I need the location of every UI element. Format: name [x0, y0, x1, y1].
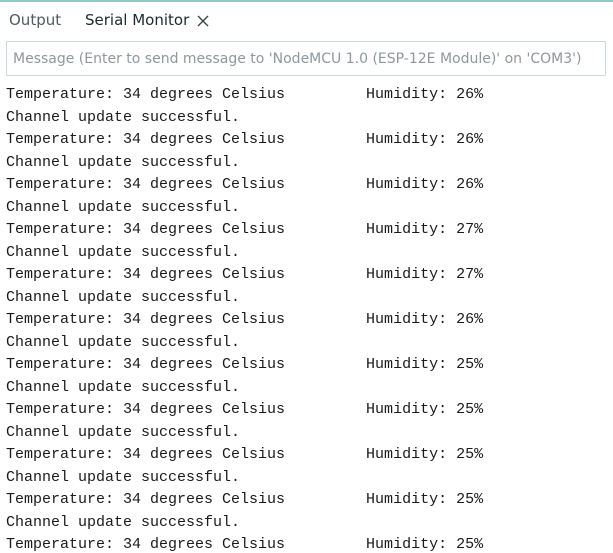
console-line: Channel update successful. — [6, 468, 241, 486]
console-line: Temperature: 34 degrees Celsius Humidity… — [6, 266, 484, 283]
console-line: Temperature: 34 degrees Celsius Humidity… — [6, 86, 484, 103]
console-line: Temperature: 34 degrees Celsius Humidity… — [6, 221, 484, 238]
console-line: Channel update successful. — [6, 378, 241, 396]
tab-bar: Output Serial Monitor — [0, 2, 613, 38]
serial-output-console: Temperature: 34 degrees Celsius Humidity… — [6, 84, 606, 553]
console-line: Temperature: 34 degrees Celsius Humidity… — [6, 311, 484, 328]
message-input[interactable] — [6, 41, 606, 76]
console-line: Temperature: 34 degrees Celsius Humidity… — [6, 356, 484, 373]
console-line: Channel update successful. — [6, 108, 241, 126]
console-line: Temperature: 34 degrees Celsius Humidity… — [6, 176, 484, 193]
console-line: Channel update successful. — [6, 198, 241, 216]
close-icon[interactable] — [196, 14, 210, 28]
console-line: Channel update successful. — [6, 513, 241, 531]
console-line: Temperature: 34 degrees Celsius Humidity… — [6, 536, 484, 553]
console-line: Channel update successful. — [6, 288, 241, 306]
console-line: Channel update successful. — [6, 153, 241, 171]
console-line: Temperature: 34 degrees Celsius Humidity… — [6, 131, 484, 148]
console-line: Temperature: 34 degrees Celsius Humidity… — [6, 491, 484, 508]
console-line: Temperature: 34 degrees Celsius Humidity… — [6, 446, 484, 463]
console-line: Temperature: 34 degrees Celsius Humidity… — [6, 401, 484, 418]
console-line: Channel update successful. — [6, 423, 241, 441]
tab-output[interactable]: Output — [9, 2, 61, 38]
tab-serial-monitor[interactable]: Serial Monitor — [85, 2, 189, 38]
console-line: Channel update successful. — [6, 333, 241, 351]
console-line: Channel update successful. — [6, 243, 241, 261]
